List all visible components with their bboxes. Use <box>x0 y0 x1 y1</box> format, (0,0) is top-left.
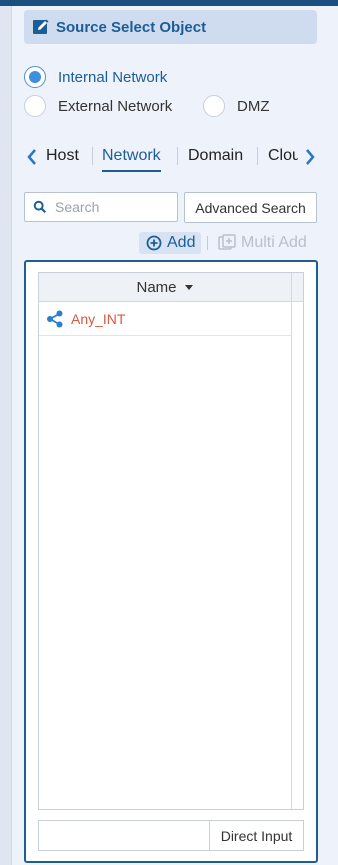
radio-button[interactable] <box>24 66 46 88</box>
search-icon <box>33 200 47 214</box>
scrollbar-header <box>291 273 303 302</box>
column-header-label: Name <box>136 278 177 296</box>
panel-title: Source Select Object <box>56 18 207 36</box>
chevron-left-icon <box>27 149 36 165</box>
sort-caret-icon <box>184 285 193 290</box>
direct-input-group: Direct Input <box>38 820 304 852</box>
tab-divider <box>92 147 93 165</box>
add-circle-icon <box>146 235 162 251</box>
table-row[interactable]: Any_INT <box>39 302 291 336</box>
radio-label: Internal Network <box>58 68 168 86</box>
object-grid: Name Any_INT <box>38 272 304 810</box>
add-label: Add <box>167 234 196 251</box>
multi-add-icon <box>218 234 236 250</box>
search-input[interactable] <box>53 198 177 216</box>
direct-input-field[interactable] <box>39 821 211 852</box>
tab-divider <box>177 147 178 165</box>
radio-button[interactable] <box>203 95 225 117</box>
tab-domain[interactable]: Domain <box>188 146 243 170</box>
toolbar-divider <box>207 236 208 250</box>
tab-next-arrow[interactable] <box>302 146 318 168</box>
column-header-name[interactable]: Name <box>39 273 291 302</box>
tab-host[interactable]: Host <box>46 146 79 170</box>
radio-label: DMZ <box>237 97 270 115</box>
multi-add-button[interactable]: Multi Add <box>218 232 307 254</box>
search-box[interactable] <box>24 192 178 222</box>
tab-divider <box>257 147 258 165</box>
chevron-right-icon <box>306 149 315 165</box>
direct-input-button[interactable]: Direct Input <box>209 821 303 850</box>
multi-add-label: Multi Add <box>241 234 307 251</box>
radio-external-network[interactable]: External Network <box>24 95 172 117</box>
advanced-search-button[interactable]: Advanced Search <box>184 192 317 223</box>
left-rail <box>0 6 12 865</box>
tab-prev-arrow[interactable] <box>24 146 40 168</box>
grid-scrollbar[interactable] <box>291 302 303 809</box>
edit-icon <box>33 19 49 34</box>
radio-dmz[interactable]: DMZ <box>203 95 270 117</box>
add-button[interactable]: Add <box>139 232 201 254</box>
share-network-icon <box>47 310 63 327</box>
radio-label: External Network <box>58 97 173 115</box>
row-name: Any_INT <box>71 310 126 327</box>
object-type-tabs: Host Network Domain Clou <box>12 140 318 174</box>
tab-network[interactable]: Network <box>102 146 161 172</box>
tab-cloud[interactable]: Clou <box>268 146 298 170</box>
radio-button[interactable] <box>24 95 46 117</box>
panel-header: Source Select Object <box>24 10 317 44</box>
radio-internal-network[interactable]: Internal Network <box>24 66 167 88</box>
